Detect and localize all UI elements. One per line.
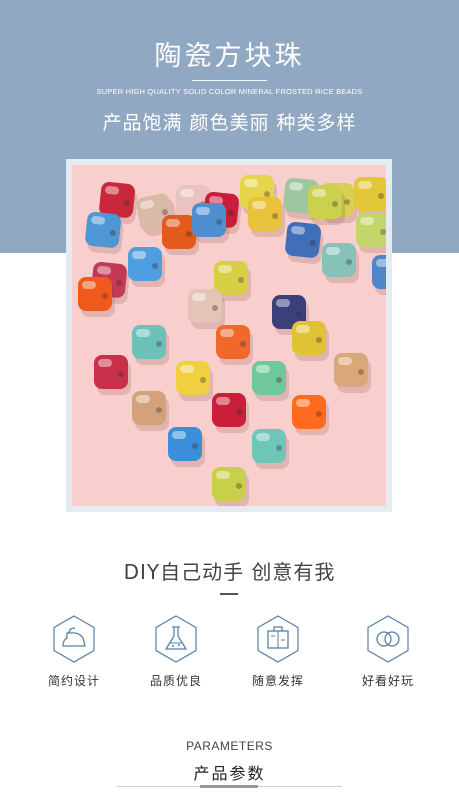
bead-8 xyxy=(85,212,124,255)
bead-16 xyxy=(372,255,386,295)
product-photo xyxy=(72,165,386,506)
slogan: 产品饱满 颜色美丽 种类多样 xyxy=(102,112,357,134)
beads-illustration xyxy=(78,175,386,506)
bead-35 xyxy=(212,467,249,506)
page-title: 陶瓷方块珠 xyxy=(154,41,305,72)
bead-19 xyxy=(78,277,115,317)
feature-label: 随意发挥 xyxy=(251,674,304,688)
english-subtitle: SUPER HIGH QUALITY SOLID COLOR MINERAL F… xyxy=(96,87,363,96)
feature-label: 品质优良 xyxy=(149,674,202,688)
bead-13 xyxy=(308,185,345,225)
bead-14 xyxy=(356,213,386,253)
bead-32 xyxy=(292,395,329,435)
feature-simple-design: 简约设计 xyxy=(19,614,129,689)
toolkit-icon xyxy=(253,614,303,664)
bead-18 xyxy=(128,247,165,287)
diy-divider xyxy=(220,593,238,595)
product-photo-frame xyxy=(66,159,392,512)
bead-25 xyxy=(292,321,329,361)
feature-good-quality: 品质优良 xyxy=(121,614,231,689)
bead-27 xyxy=(176,361,213,401)
feature-fun-looks: 好看好玩 xyxy=(333,614,443,689)
feature-label: 简约设计 xyxy=(47,674,100,688)
bead-33 xyxy=(168,427,205,467)
bead-24 xyxy=(216,325,253,365)
parameters-heading-cn: 产品参数 xyxy=(193,764,266,783)
bead-34 xyxy=(252,429,289,469)
bead-30 xyxy=(132,391,169,431)
bead-7 xyxy=(354,177,386,217)
feature-free-play: 随意发挥 xyxy=(223,614,333,689)
title-divider xyxy=(192,80,267,81)
bead-29 xyxy=(334,353,371,393)
bead-12 xyxy=(285,222,324,265)
iron-icon xyxy=(49,614,99,664)
bead-10 xyxy=(192,203,229,243)
bead-26 xyxy=(94,355,131,395)
bead-15 xyxy=(322,243,359,283)
feature-label: 好看好玩 xyxy=(361,674,414,688)
parameters-heading-en: PARAMETERS xyxy=(186,739,273,753)
flask-icon xyxy=(151,614,201,664)
parameters-divider-accent xyxy=(200,785,258,788)
rings-icon xyxy=(363,614,413,664)
diy-heading: DIY自己动手 创意有我 xyxy=(123,560,336,584)
bead-23 xyxy=(132,325,169,365)
bead-11 xyxy=(248,197,285,237)
bead-31 xyxy=(212,393,249,433)
bead-22 xyxy=(188,289,225,329)
bead-28 xyxy=(252,361,289,401)
